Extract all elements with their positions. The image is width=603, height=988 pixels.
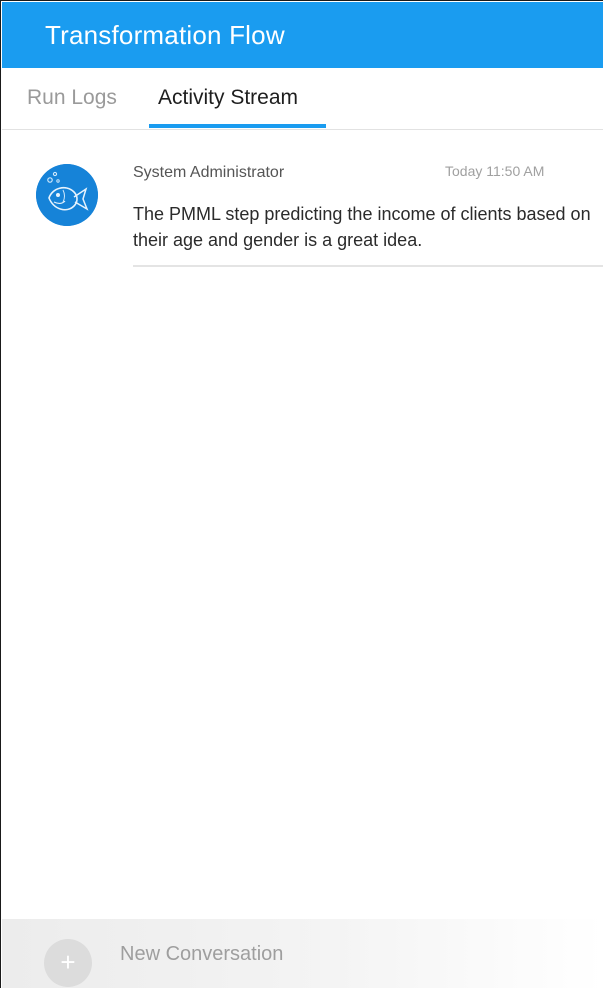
tab-run-logs[interactable]: Run Logs [27,86,117,110]
fish-avatar-icon [36,164,98,226]
entry-divider [133,265,603,267]
entry-author: System Administrator [133,164,285,181]
user-avatar [36,164,98,226]
plus-icon: + [60,947,76,977]
conversation-footer: + New Conversation [2,919,603,988]
new-conversation-button[interactable]: + [44,939,92,987]
active-tab-indicator [149,124,326,128]
app-window: Transformation Flow Run Logs Activity St… [0,0,603,988]
new-conversation-label[interactable]: New Conversation [120,943,283,966]
entry-timestamp: Today 11:50 AM [445,163,545,179]
window-title: Transformation Flow [45,20,285,50]
tab-activity-stream[interactable]: Activity Stream [158,86,298,110]
entry-message: The PMML step predicting the income of c… [133,204,591,250]
tab-bar: Run Logs Activity Stream [2,68,603,130]
title-bar: Transformation Flow [2,2,603,68]
